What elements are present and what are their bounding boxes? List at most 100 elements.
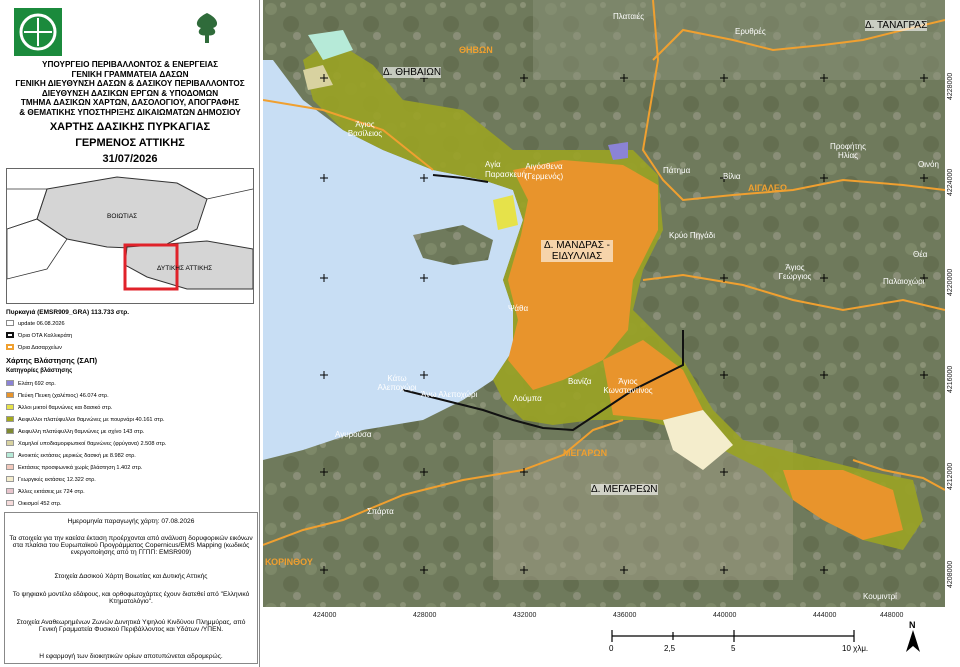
legend-item-label: Χαμηλοί υποδιαμορφωτικοί θαμνώνες (φρύγα… bbox=[18, 441, 167, 447]
label-vilia: Βίλια bbox=[723, 172, 741, 181]
legend-item-label: Αειφυλλη πλατύφυλλη θαμνώνες με σχίνο 14… bbox=[18, 429, 145, 435]
label-d-mandras: Δ. ΜΑΝΔΡΑΣ - ΕΙΔΥΛΛΙΑΣ bbox=[541, 240, 613, 262]
legend-item-label: Ελάτη 692 στρ. bbox=[18, 381, 56, 387]
label-psatha: Ψάθα bbox=[508, 304, 529, 313]
info-box: Ημερομηνία παραγωγής χάρτη: 07.08.2026 Τ… bbox=[4, 512, 258, 664]
legend-item-label: Ανοικτές εκτάσεις μερικώς δασική με 8.98… bbox=[18, 453, 136, 459]
header-line: ΓΕΝΙΚΗ ΓΡΑΜΜΑΤΕΙΑ ΔΑΣΩΝ bbox=[71, 69, 189, 79]
map-date: 31/07/2026 bbox=[102, 153, 158, 165]
info-admin: Η εφαρμογή των διοικητικών ορίων αποτυπώ… bbox=[39, 653, 223, 660]
label-profitis-ilias: Προφήτης Ηλίας bbox=[830, 142, 866, 160]
label-agyrousa: Αγυρούσα bbox=[335, 430, 372, 439]
legend-item-label: Άλλες εκτάσεις με 724 στρ. bbox=[18, 489, 85, 495]
scale-bar: 0 2,5 5 10 χλμ. bbox=[604, 618, 868, 658]
legend-item-label: Άλλοι μικτοί θαμνώνες και δασικό στρ. bbox=[18, 405, 113, 411]
fire-map[interactable]: Δ. ΘΗΒΑΙΩΝ ΘΗΒΩΝ Δ. ΤΑΝΑΓΡΑΣ Πλαταιές Ερ… bbox=[263, 0, 945, 607]
legend-fire-update: update 06.08.2026 bbox=[18, 321, 65, 327]
info-date: Ημερομηνία παραγωγής χάρτη: 07.08.2026 bbox=[67, 518, 195, 525]
y-tick: 4228000 bbox=[947, 72, 954, 100]
header-line: ΓΕΝΙΚΗ ΔΙΕΥΘΥΝΣΗ ΔΑΣΩΝ & ΔΑΣΙΚΟΥ ΠΕΡΙΒΑΛ… bbox=[15, 79, 245, 89]
header-line: ΤΜΗΜΑ ΔΑΣΙΚΩΝ ΧΑΡΤΩΝ, ΔΑΣΟΛΟΓΙΟΥ, ΑΠΟΓΡΑ… bbox=[20, 98, 240, 108]
scale-tick: 10 χλμ. bbox=[842, 644, 869, 653]
inset-label-attica: ΔΥΤΙΚΗΣ ΑΤΤΙΚΗΣ bbox=[157, 265, 213, 272]
label-vaniza: Βανίζα bbox=[568, 377, 592, 386]
north-label: N bbox=[909, 620, 916, 630]
legend-ota-swatch bbox=[6, 332, 14, 338]
legend-swatch bbox=[6, 392, 14, 398]
label-aigosthena: Αιγόσθενα (Γερμενός) bbox=[524, 162, 564, 181]
legend-swatch bbox=[6, 488, 14, 494]
label-agios-vasileios: Άγιος Βασίλειος bbox=[347, 120, 383, 138]
label-sparta: Σπάρτα bbox=[367, 507, 394, 516]
map-title: ΧΑΡΤΗΣ ΔΑΣΙΚΗΣ ΠΥΡΚΑΓΙΑΣ bbox=[49, 121, 211, 133]
legend-swatch bbox=[6, 416, 14, 422]
legend-swatch bbox=[6, 452, 14, 458]
legend-fire-title: Πυρκαγιά (EMSR909_GRA) 113.733 στρ. bbox=[6, 309, 130, 316]
label-d-megareon: Δ. ΜΕΓΑΡΕΩΝ bbox=[591, 484, 658, 495]
y-tick: 4220000 bbox=[947, 268, 954, 296]
x-tick: 424000 bbox=[313, 612, 337, 619]
legend-swatch bbox=[6, 380, 14, 386]
label-kato-alepochori: Κάτω Αλεποχώρι bbox=[377, 374, 417, 392]
info-forest-map: Στοιχεία Δασικού Χάρτη Βοιωτίας και Δυτι… bbox=[54, 573, 208, 580]
label-loumpa: Λούμπα bbox=[513, 394, 542, 403]
legend-item-label: Γεωργικές εκτάσεις 12.322 στρ. bbox=[18, 477, 96, 483]
legend-swatch bbox=[6, 500, 14, 506]
header-line: ΔΙΕΥΘΥΝΣΗ ΔΑΣΙΚΩΝ ΕΡΓΩΝ & ΥΠΟΔΟΜΩΝ bbox=[41, 88, 219, 98]
info-panel: ΥΠΟΥΡΓΕΙΟ ΠΕΡΙΒΑΛΛΟΝΤΟΣ & ΕΝΕΡΓΕΙΑΣ ΓΕΝΙ… bbox=[0, 0, 260, 667]
label-thea: Θέα bbox=[913, 250, 928, 259]
inset-locator-map: ΒΟΙΩΤΙΑΣ ΔΥΤΙΚΗΣ ΑΤΤΙΚΗΣ bbox=[6, 168, 254, 304]
x-tick: 428000 bbox=[413, 612, 437, 619]
scale-tick: 2,5 bbox=[664, 644, 676, 653]
x-tick: 432000 bbox=[513, 612, 537, 619]
legend-item-label: Αειφυλλοι πλατύφυλλοι θαμνώνες με πουρνά… bbox=[18, 417, 165, 423]
label-oinoi: Οινόη bbox=[918, 160, 939, 169]
info-cadastre: Το ψηφιακό μοντέλο εδάφους, και ορθοφωτο… bbox=[12, 591, 250, 605]
label-tanagras: Δ. ΤΑΝΑΓΡΑΣ bbox=[865, 20, 928, 31]
ministry-logo bbox=[14, 8, 62, 56]
legend-swatch bbox=[6, 404, 14, 410]
scale-tick: 0 bbox=[609, 644, 614, 653]
label-palaiochori: Παλαιοχώρι bbox=[883, 277, 925, 286]
legend-ota-label: Όρια ΟΤΑ Καλλικράτη bbox=[18, 333, 73, 339]
legend-item-label: Οικισμοί 452 στρ. bbox=[18, 501, 62, 507]
legend-swatch bbox=[6, 440, 14, 446]
inset-label-boiotia: ΒΟΙΩΤΙΑΣ bbox=[107, 213, 138, 220]
y-tick: 4224000 bbox=[947, 168, 954, 196]
label-agios-konstantinos: Άγιος Κωνσταντίνος bbox=[603, 377, 653, 395]
legend-fire-swatch bbox=[6, 320, 14, 326]
north-arrow: N bbox=[903, 620, 923, 654]
label-koumintri: Κουμιντρί bbox=[863, 592, 897, 601]
legend-swatch bbox=[6, 428, 14, 434]
legend-swatch bbox=[6, 476, 14, 482]
label-agios-georgios: Άγιος Γεώργιος bbox=[778, 263, 812, 281]
agency-header: ΥΠΟΥΡΓΕΙΟ ΠΕΡΙΒΑΛΛΟΝΤΟΣ & ΕΝΕΡΓΕΙΑΣ ΓΕΝΙ… bbox=[4, 60, 256, 118]
label-korinthou: ΚΟΡΙΝΘΟΥ bbox=[265, 557, 313, 567]
label-thivon: ΘΗΒΩΝ bbox=[459, 45, 493, 55]
y-tick: 4216000 bbox=[947, 365, 954, 393]
label-erythres: Ερυθρές bbox=[735, 27, 766, 36]
label-megaron: ΜΕΓΑΡΩΝ bbox=[563, 448, 608, 458]
map-subtitle: ΓΕΡΜΕΝΟΣ ΑΤΤΙΚΗΣ bbox=[75, 137, 185, 149]
label-ano-alepochori: Άνω Αλεποχώρι bbox=[421, 390, 478, 399]
legend-item-label: Πεύκη Πευκη (χαλέπιος) 46.074 στρ. bbox=[18, 393, 109, 399]
label-aigaleo: ΑΙΓΑΛΕΩ bbox=[748, 183, 788, 193]
x-tick: 448000 bbox=[880, 612, 904, 619]
y-tick: 4212000 bbox=[947, 462, 954, 490]
label-patima: Πάτημα bbox=[663, 166, 691, 175]
info-copernicus: Τα στοιχεία για την καείσα έκταση προέρχ… bbox=[9, 535, 253, 556]
legend-cat-title: Κατηγορίες βλάστησης bbox=[6, 368, 73, 374]
forest-service-logo bbox=[190, 10, 224, 44]
header-line: ΥΠΟΥΡΓΕΙΟ ΠΕΡΙΒΑΛΛΟΝΤΟΣ & ΕΝΕΡΓΕΙΑΣ bbox=[41, 60, 219, 69]
y-tick: 4208000 bbox=[947, 560, 954, 588]
legend-forestry-swatch bbox=[6, 344, 14, 350]
legend-swatch bbox=[6, 464, 14, 470]
label-plataies: Πλαταιές bbox=[613, 12, 645, 21]
scale-tick: 5 bbox=[731, 644, 736, 653]
header-line: & ΘΕΜΑΤΙΚΗΣ ΥΠΟΣΤΗΡΙΞΗΣ ΔΙΚΑΙΩΜΑΤΩΝ ΔΗΜΟ… bbox=[19, 107, 241, 117]
label-kryo-pigadi: Κρύο Πηγάδι bbox=[669, 231, 716, 240]
legend-veg-title: Χάρτης Βλάστησης (ΣΑΠ) bbox=[6, 356, 98, 365]
map-canvas bbox=[263, 0, 945, 607]
legend-forestry-label: Όρια Δασαρχείων bbox=[18, 345, 62, 351]
north-arrow-icon bbox=[906, 630, 920, 652]
